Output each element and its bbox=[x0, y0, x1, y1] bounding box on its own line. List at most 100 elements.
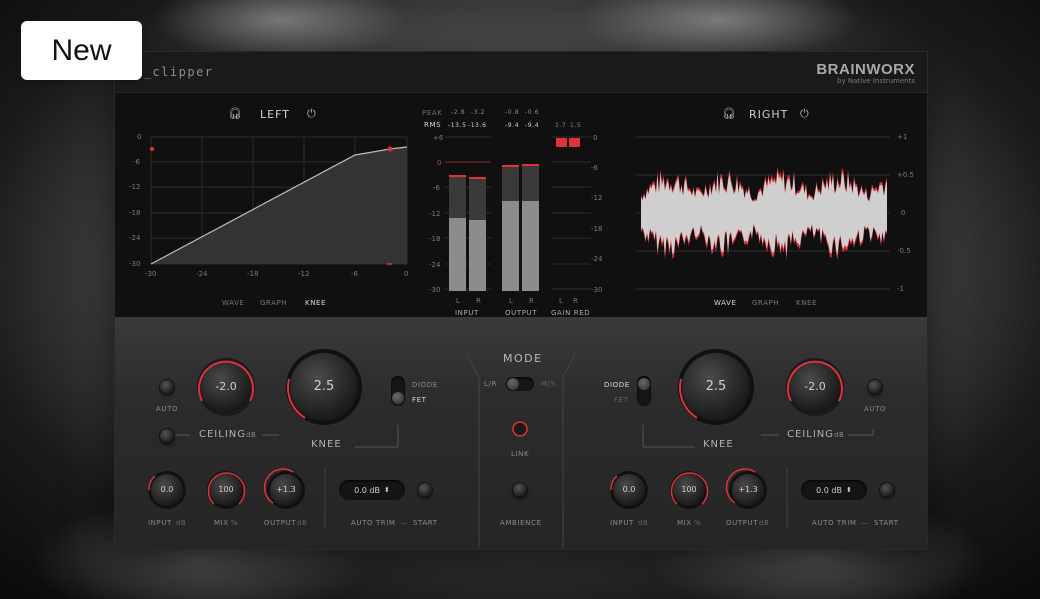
auto-trim-label-left: AUTO TRIM bbox=[351, 519, 396, 527]
output-unit-right: dB bbox=[759, 519, 770, 527]
mix-knob-left[interactable]: 100 bbox=[211, 485, 241, 494]
diode-label-left: DIODE bbox=[412, 381, 438, 389]
meter-scale: -6 bbox=[433, 184, 440, 192]
ly-tick: -6 bbox=[133, 158, 140, 166]
output-knob-left[interactable]: +1.3 bbox=[271, 485, 301, 494]
new-badge: New bbox=[21, 21, 142, 80]
knee-curve-fill bbox=[151, 147, 407, 264]
ly-tick: 0 bbox=[137, 133, 142, 141]
output-ch-l: L bbox=[509, 297, 513, 305]
ceiling-label-left: CEILING bbox=[199, 429, 246, 440]
link-button[interactable] bbox=[513, 422, 527, 436]
knee-knob-left[interactable]: 2.5 bbox=[304, 379, 344, 394]
start-label-left: START bbox=[413, 519, 438, 527]
ly-tick: -24 bbox=[129, 234, 141, 242]
start-button-right[interactable] bbox=[880, 483, 894, 497]
auto-button-left[interactable] bbox=[160, 429, 174, 443]
input-peak-r: -3.2 bbox=[471, 109, 486, 116]
ceiling-unit-right: dB bbox=[834, 431, 845, 439]
mode-switch[interactable] bbox=[506, 377, 534, 391]
start-button-left[interactable] bbox=[418, 483, 432, 497]
meter-scale: -12 bbox=[429, 210, 441, 218]
gr-scale: -6 bbox=[591, 164, 598, 172]
ry-tick: 0 bbox=[901, 209, 906, 217]
input-meter-label: INPUT bbox=[455, 309, 479, 317]
trim-value-left: 0.0 dB bbox=[354, 485, 380, 495]
power-icon-right[interactable]: ⏻ bbox=[800, 107, 809, 121]
gr-ch-r: R bbox=[573, 297, 578, 305]
diode-fet-switch-right[interactable] bbox=[637, 376, 651, 406]
ceiling-knob-right[interactable]: -2.0 bbox=[795, 380, 835, 393]
gain-red-val-l: 1.7 bbox=[555, 122, 567, 129]
brand-name: BRAINWORX bbox=[816, 61, 915, 78]
gain-red-label: GAIN RED bbox=[551, 309, 591, 317]
diode-fet-switch-left[interactable] bbox=[391, 376, 405, 406]
start-label-right: START bbox=[874, 519, 899, 527]
output-peak-l: -0.8 bbox=[505, 109, 520, 116]
meter-scale: -18 bbox=[429, 235, 441, 243]
ly-tick: -30 bbox=[129, 260, 141, 268]
ceiling-marker-left bbox=[150, 147, 154, 151]
auto-button-left-knob[interactable] bbox=[160, 380, 174, 394]
meter-scale: +6 bbox=[433, 134, 444, 142]
trim-field-left[interactable]: 0.0 dB ⬍ bbox=[339, 480, 405, 500]
auto-label-right: AUTO bbox=[864, 405, 887, 413]
left-view-knee[interactable]: KNEE bbox=[305, 299, 326, 307]
input-unit-right: dB bbox=[638, 519, 649, 527]
output-rms-r: -9.4 bbox=[525, 122, 540, 129]
trim-field-right[interactable]: 0.0 dB ⬍ bbox=[801, 480, 867, 500]
knee-label-right: KNEE bbox=[703, 439, 734, 450]
fet-label-right: FET bbox=[614, 396, 629, 404]
left-view-wave[interactable]: WAVE bbox=[222, 299, 245, 307]
link-label: LINK bbox=[511, 450, 530, 458]
gr-ch-l: L bbox=[559, 297, 563, 305]
input-ch-r: R bbox=[476, 297, 481, 305]
output-ch-r: R bbox=[529, 297, 534, 305]
output-knob-right[interactable]: +1.3 bbox=[733, 485, 763, 494]
output-unit-left: dB bbox=[297, 519, 308, 527]
control-panel: AUTO -2.0 CEILING dB 2.5 KNEE DIODE FET … bbox=[115, 317, 927, 549]
lx-tick: -18 bbox=[247, 270, 259, 278]
rms-label: RMS bbox=[424, 121, 442, 129]
ms-label: M/S bbox=[541, 380, 556, 388]
auto-button-right[interactable] bbox=[868, 380, 882, 394]
ambience-label: AMBIENCE bbox=[500, 519, 542, 527]
meter-scale: 0 bbox=[437, 159, 442, 167]
gr-scale: 0 bbox=[593, 134, 598, 142]
auto-trim-label-right: AUTO TRIM bbox=[812, 519, 857, 527]
right-view-knee[interactable]: KNEE bbox=[796, 299, 817, 307]
knee-knob-right[interactable]: 2.5 bbox=[696, 379, 736, 394]
right-view-wave[interactable]: WAVE bbox=[714, 299, 737, 307]
lx-tick: 0 bbox=[404, 270, 409, 278]
input-knob-right[interactable]: 0.0 bbox=[614, 485, 644, 494]
output-label-right: OUTPUT bbox=[726, 519, 759, 527]
ambience-button[interactable] bbox=[513, 483, 527, 497]
display-area: 🎧︎ LEFT ⏻ 0 -6 -12 -18 -24 -30 -30 -24 -… bbox=[115, 93, 927, 317]
dash-right: — bbox=[861, 519, 869, 527]
input-label-right: INPUT bbox=[610, 519, 634, 527]
headphones-icon-right[interactable]: 🎧︎ bbox=[722, 107, 736, 120]
input-unit-left: dB bbox=[176, 519, 187, 527]
input-knob-left[interactable]: 0.0 bbox=[152, 485, 182, 494]
stepper-icon-right[interactable]: ⬍ bbox=[846, 486, 852, 494]
dash-left: — bbox=[400, 519, 408, 527]
left-view-graph[interactable]: GRAPH bbox=[260, 299, 287, 307]
ly-tick: -18 bbox=[129, 209, 141, 217]
ceiling-knob-left[interactable]: -2.0 bbox=[206, 380, 246, 393]
stepper-icon-left[interactable]: ⬍ bbox=[384, 486, 390, 494]
mix-unit-left: % bbox=[231, 519, 239, 527]
output-peak-r: -0.6 bbox=[525, 109, 540, 116]
output-label-left: OUTPUT bbox=[264, 519, 297, 527]
ry-tick: -0.5 bbox=[897, 247, 911, 255]
ry-tick: +0.5 bbox=[897, 171, 914, 179]
meter-scale: -30 bbox=[429, 286, 441, 294]
lx-tick: -30 bbox=[145, 270, 157, 278]
right-panel-header: RIGHT bbox=[749, 108, 789, 121]
gr-scale: -30 bbox=[591, 286, 603, 294]
mix-knob-right[interactable]: 100 bbox=[674, 485, 704, 494]
knee-label-left: KNEE bbox=[311, 439, 342, 450]
output-rms-l: -9.4 bbox=[505, 122, 520, 129]
right-view-graph[interactable]: GRAPH bbox=[752, 299, 779, 307]
mix-unit-right: % bbox=[694, 519, 702, 527]
lx-tick: -6 bbox=[351, 270, 358, 278]
